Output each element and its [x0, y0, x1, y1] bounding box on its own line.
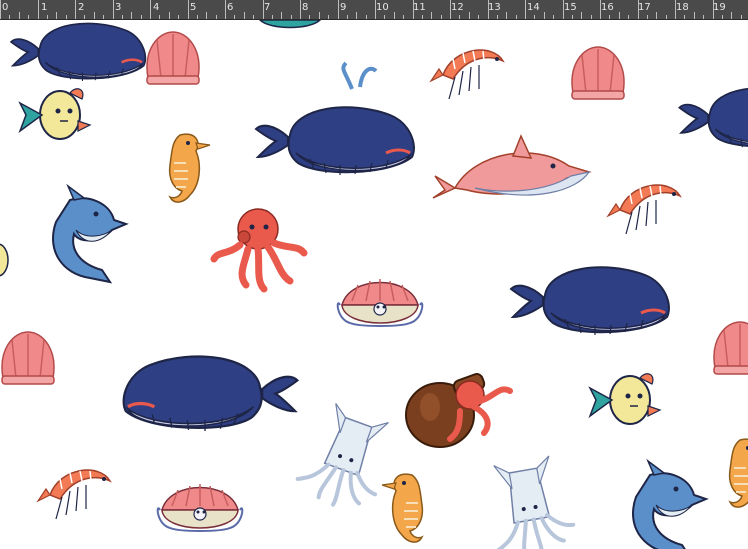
creature-squid-1 — [291, 398, 402, 519]
creature-seahorse-1 — [168, 133, 211, 204]
creature-whale-right — [678, 86, 748, 151]
creature-clam-2 — [156, 483, 244, 532]
creature-blue-dolphin-2 — [632, 460, 707, 549]
creature-seahorse-2 — [381, 473, 424, 544]
creature-partial-left — [0, 243, 9, 277]
creature-yellow-fish-1 — [19, 87, 91, 140]
creature-whale-large — [122, 354, 300, 433]
creature-shrimp-right — [607, 184, 681, 235]
creature-octopus-in-pot — [405, 371, 513, 448]
ruler-ticks — [0, 0, 742, 19]
horizontal-ruler[interactable]: 0 1 2 3 4 5 6 7 8 9 10 11 12 13 14 15 16… — [0, 0, 748, 20]
creature-clam-1 — [336, 278, 424, 327]
creature-whale-mid-right — [509, 265, 671, 337]
creature-squid-2 — [481, 451, 580, 549]
creature-whale-top-left — [9, 22, 147, 83]
design-canvas[interactable] — [0, 20, 748, 549]
creature-octopus — [214, 209, 304, 289]
sea-creature-pattern — [0, 20, 748, 549]
creature-shrimp-top — [430, 49, 504, 100]
creature-blue-dolphin-1 — [52, 185, 127, 283]
creature-partial-top — [258, 20, 322, 29]
creature-shell-4 — [713, 321, 748, 375]
creature-yellow-fish-2 — [589, 372, 661, 425]
creature-shell-3 — [1, 331, 55, 385]
creature-whale-center — [254, 61, 416, 177]
creature-seahorse-3 — [728, 438, 748, 509]
creature-pink-dolphin — [432, 135, 590, 199]
creature-shrimp-bottom — [37, 469, 111, 520]
creature-shell-1 — [146, 31, 200, 85]
creature-shell-2 — [571, 46, 625, 100]
